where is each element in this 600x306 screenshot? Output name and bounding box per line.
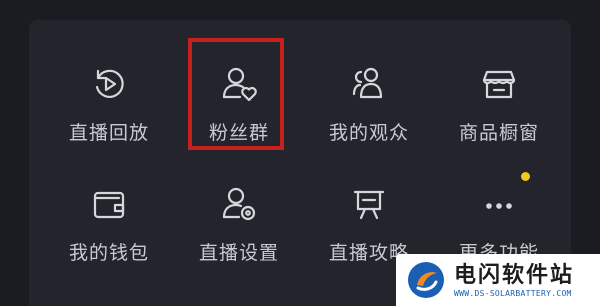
tool-audience[interactable]: 我的观众 <box>309 56 429 166</box>
watermark-title: 电闪软件站 <box>454 262 575 288</box>
wallet-icon <box>89 184 129 224</box>
watermark: 电闪软件站 WWW.DS-SOLARBATTERY.COM <box>396 254 600 306</box>
tool-wallet-label: 我的钱包 <box>68 242 149 264</box>
tool-live-settings[interactable]: 直播设置 <box>179 176 299 286</box>
tool-shop-window-label: 商品橱窗 <box>458 122 539 144</box>
notification-dot <box>521 172 530 181</box>
tool-live-settings-label: 直播设置 <box>198 242 279 264</box>
shop-window-icon <box>479 64 519 104</box>
more-icon <box>479 184 519 224</box>
watermark-logo-icon <box>406 260 446 300</box>
tool-audience-label: 我的观众 <box>328 122 409 144</box>
replay-icon <box>89 64 129 104</box>
highlight-box <box>188 38 284 150</box>
audience-icon <box>349 64 389 104</box>
tool-wallet[interactable]: 我的钱包 <box>49 176 169 286</box>
tool-replay-label: 直播回放 <box>68 122 149 144</box>
tool-replay[interactable]: 直播回放 <box>49 56 169 166</box>
live-settings-icon <box>219 184 259 224</box>
watermark-url: WWW.DS-SOLARBATTERY.COM <box>454 288 572 298</box>
tool-shop-window[interactable]: 商品橱窗 <box>439 56 559 166</box>
live-guide-icon <box>349 184 389 224</box>
